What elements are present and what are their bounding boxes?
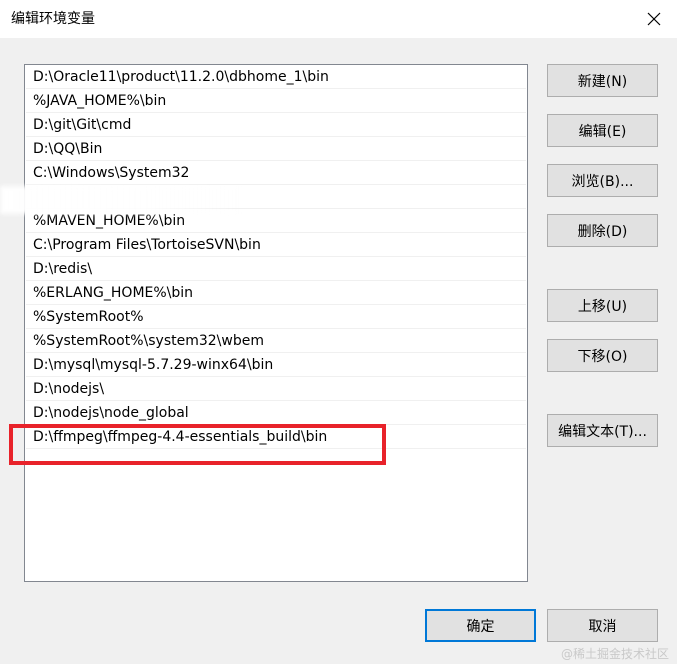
move-down-button[interactable]: 下移(O)	[547, 339, 658, 372]
ok-button[interactable]: 确定	[425, 609, 536, 642]
list-item[interactable]: %SystemRoot%\system32\wbem	[26, 329, 526, 353]
list-item[interactable]: D:\nodejs\	[26, 377, 526, 401]
list-item[interactable]: %ERLANG_HOME%\bin	[26, 281, 526, 305]
browse-button[interactable]: 浏览(B)...	[547, 164, 658, 197]
close-icon	[647, 12, 661, 26]
path-list[interactable]: D:\Oracle11\product\11.2.0\dbhome_1\bin …	[24, 64, 528, 582]
list-item[interactable]: D:\QQ\Bin	[26, 137, 526, 161]
red-highlight-box	[9, 424, 386, 465]
list-item[interactable]: D:\mysql\mysql-5.7.29-winx64\bin	[26, 353, 526, 377]
delete-button[interactable]: 删除(D)	[547, 214, 658, 247]
list-item[interactable]: %SystemRoot%	[26, 305, 526, 329]
list-item[interactable]: D:\Oracle11\product\11.2.0\dbhome_1\bin	[26, 65, 526, 89]
edit-env-variable-dialog: 编辑环境变量 D:\Oracle11\product\11.2.0\dbhome…	[0, 0, 677, 664]
close-button[interactable]	[631, 0, 677, 38]
dialog-title: 编辑环境变量	[11, 11, 95, 27]
cancel-button[interactable]: 取消	[547, 609, 658, 642]
move-up-button[interactable]: 上移(U)	[547, 289, 658, 322]
redacted-region	[0, 186, 240, 214]
list-item[interactable]: C:\Program Files\TortoiseSVN\bin	[26, 233, 526, 257]
list-item[interactable]: D:\nodejs\node_global	[26, 401, 526, 425]
list-item[interactable]: C:\Windows\System32	[26, 161, 526, 185]
title-bar: 编辑环境变量	[0, 0, 677, 38]
edit-button[interactable]: 编辑(E)	[547, 114, 658, 147]
edit-text-button[interactable]: 编辑文本(T)...	[547, 414, 658, 447]
list-item[interactable]: %JAVA_HOME%\bin	[26, 89, 526, 113]
list-item[interactable]: D:\redis\	[26, 257, 526, 281]
new-button[interactable]: 新建(N)	[547, 64, 658, 97]
list-item[interactable]: D:\git\Git\cmd	[26, 113, 526, 137]
watermark: @稀土掘金技术社区	[560, 647, 669, 661]
